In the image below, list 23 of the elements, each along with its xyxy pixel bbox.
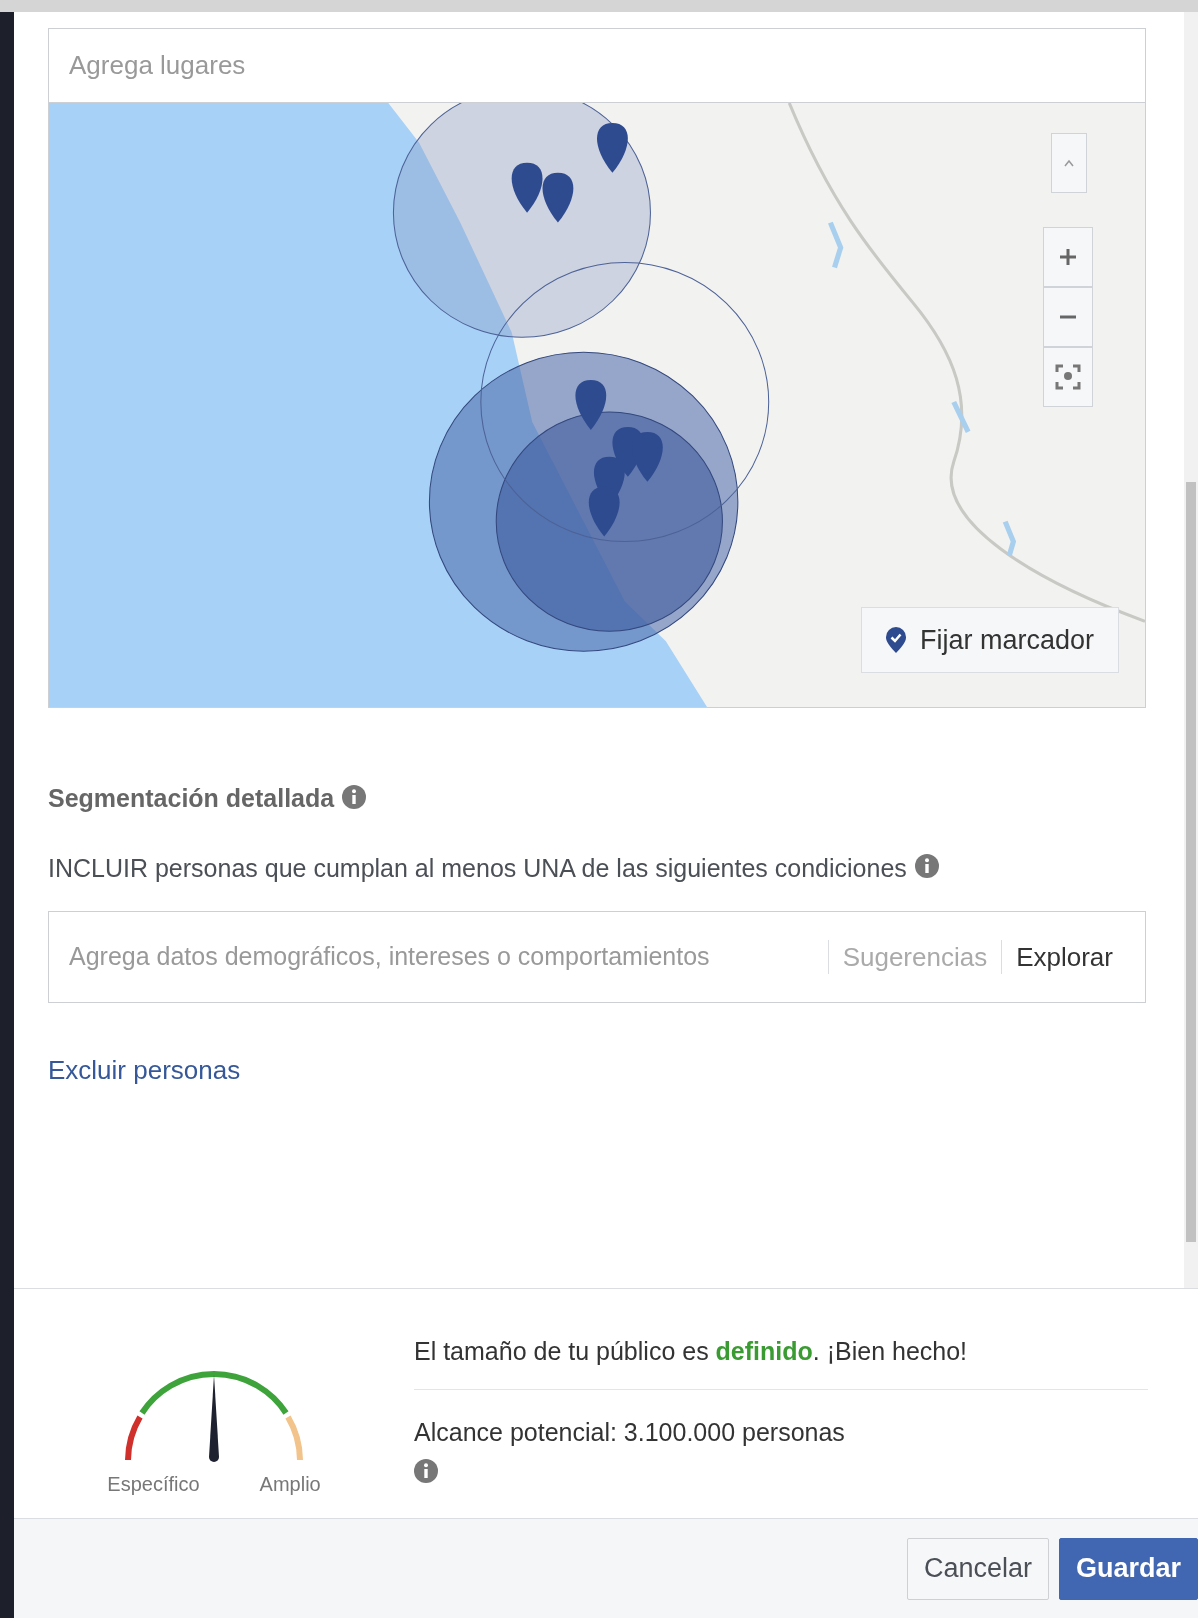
info-icon[interactable] bbox=[914, 854, 939, 879]
pin-icon bbox=[885, 626, 906, 653]
info-icon[interactable] bbox=[414, 1459, 438, 1483]
cancel-button[interactable]: Cancelar bbox=[906, 1537, 1049, 1600]
plus-icon bbox=[1058, 247, 1078, 267]
audience-summary: El tamaño de tu público es definido. ¡Bien hecho! bbox=[414, 1325, 1148, 1390]
chevron-up-icon bbox=[1062, 158, 1076, 168]
drop-pin-button[interactable]: Fijar marcador bbox=[860, 606, 1119, 673]
gauge-label: Amplio bbox=[259, 1472, 321, 1497]
info-icon[interactable] bbox=[342, 784, 367, 809]
include-label: INCLUIR personas que cumplan al menos UNA de las siguientes condiciones bbox=[48, 852, 907, 884]
focus-icon bbox=[1055, 364, 1081, 390]
minus-icon bbox=[1058, 314, 1078, 320]
zoom-in-button[interactable] bbox=[1043, 227, 1093, 287]
scrollbar-thumb[interactable] bbox=[1186, 482, 1196, 1242]
recenter-button[interactable] bbox=[1043, 347, 1093, 407]
exclude-link[interactable]: Excluir personas bbox=[48, 1055, 241, 1085]
save-button[interactable]: Guardar bbox=[1058, 1537, 1198, 1600]
browse-link[interactable]: Explorar bbox=[1002, 937, 1127, 977]
potential-reach: Alcance potencial: 3.100.000 personas bbox=[414, 1416, 846, 1448]
location-search-field[interactable]: Agrega lugares bbox=[48, 28, 1146, 102]
gauge-label: Específico bbox=[107, 1472, 200, 1497]
section-title: Segmentación detallada bbox=[48, 783, 335, 814]
